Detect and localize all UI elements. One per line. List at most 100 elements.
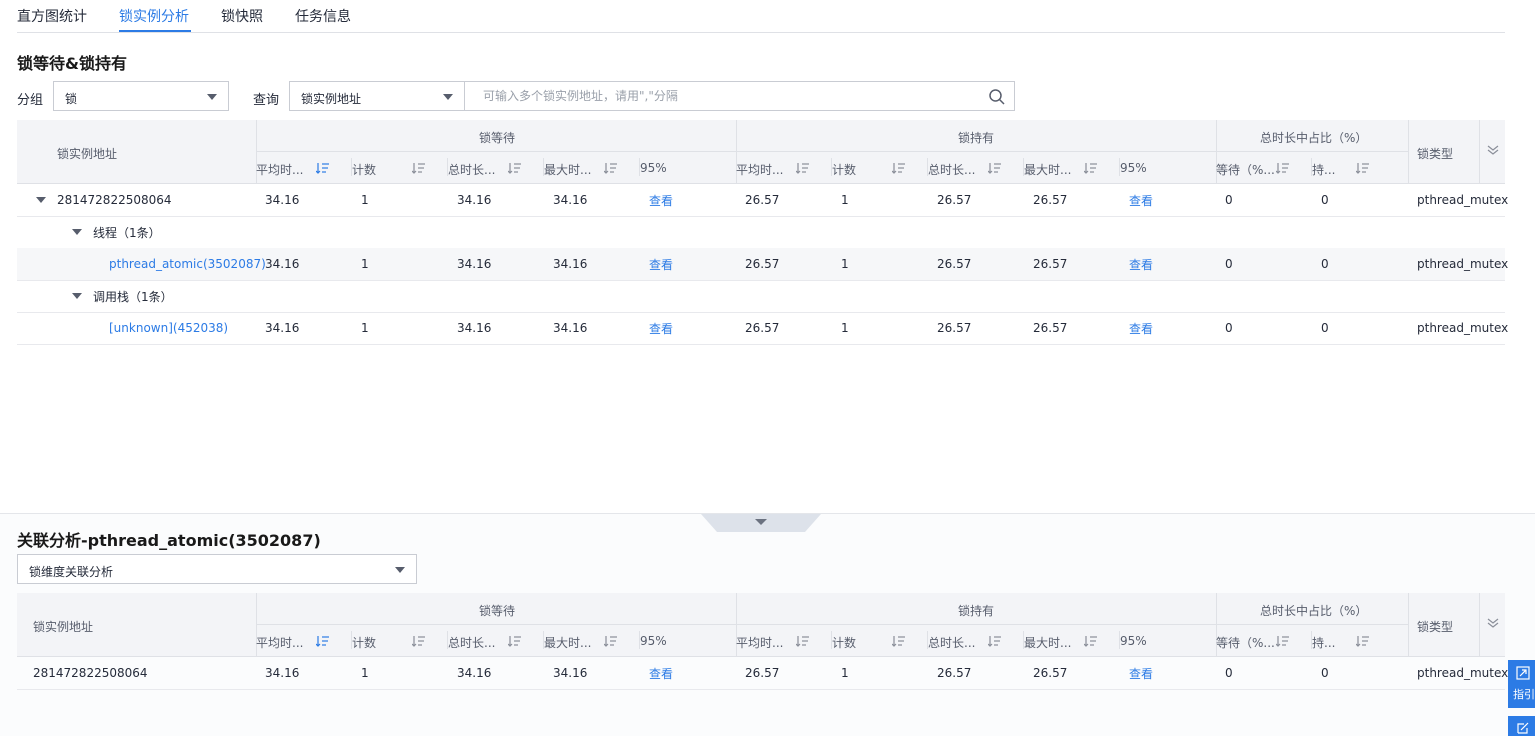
wait-view-link[interactable]: 查看 [649,256,673,273]
sort-icon[interactable] [1276,635,1290,647]
hold-value: 26.57 [1033,257,1068,271]
query-label: 查询 [253,93,280,108]
tab-lock-snapshot[interactable]: 锁快照 [221,6,263,26]
sort-icon[interactable] [316,162,330,174]
group-select[interactable]: 锁 [53,81,229,111]
tab-histogram[interactable]: 直方图统计 [17,6,87,26]
sort-icon[interactable] [988,162,1002,174]
row-name[interactable]: [unknown](452038) [109,321,228,335]
col-locktype: 锁类型 [1417,147,1454,161]
sort-icon[interactable] [316,635,330,647]
col-divider [447,631,448,649]
row-name[interactable]: pthread_atomic(3502087) [109,257,266,271]
tab-lock-instance[interactable]: 锁实例分析 [119,6,189,26]
col-avg[interactable]: 平均时... [736,161,783,178]
col-divider [927,631,928,649]
hold-value: 26.57 [745,321,780,335]
col-max[interactable]: 最大时... [1024,634,1071,651]
header-divider [1408,593,1409,656]
wait-view-link[interactable]: 查看 [649,320,673,337]
header-divider [256,151,1408,152]
sort-icon[interactable] [1356,635,1370,647]
col-p95[interactable]: 95% [640,634,667,648]
tab-bar: 直方图统计 锁实例分析 锁快照 任务信息 [17,0,1505,33]
wait-view-link[interactable]: 查看 [649,192,673,209]
col-ratio_hold[interactable]: 持... [1312,161,1335,178]
sort-icon[interactable] [988,635,1002,647]
group-row: 线程（1条） [17,216,1505,249]
sort-icon[interactable] [1356,162,1370,174]
sort-icon[interactable] [1084,635,1098,647]
col-total[interactable]: 总时长... [448,161,495,178]
col-max[interactable]: 最大时... [544,161,591,178]
expand-group-icon[interactable] [72,229,82,235]
search-icon[interactable] [988,88,1006,106]
sort-icon[interactable] [1084,162,1098,174]
feedback-button[interactable] [1508,716,1535,736]
sort-icon[interactable] [796,162,810,174]
col-max[interactable]: 最大时... [1024,161,1071,178]
col-count[interactable]: 计数 [352,161,376,178]
col-divider [1023,158,1024,176]
col-divider [351,631,352,649]
expand-columns-icon[interactable] [1487,617,1499,629]
hold-view-link[interactable]: 查看 [1129,320,1153,337]
section-title: 锁等待&锁持有 [17,54,127,73]
col-total[interactable]: 总时长... [928,161,975,178]
col-avg[interactable]: 平均时... [256,634,303,651]
col-count[interactable]: 计数 [832,634,856,651]
col-count[interactable]: 计数 [832,161,856,178]
sort-icon[interactable] [892,162,906,174]
ratio-wait-value: 0 [1225,321,1233,335]
col-ratio_wait[interactable]: 等待（%... [1216,161,1275,178]
hold-view-link[interactable]: 查看 [1129,665,1153,682]
col-avg[interactable]: 平均时... [256,161,303,178]
col-total[interactable]: 总时长... [448,634,495,651]
sort-icon[interactable] [1276,162,1290,174]
sort-icon[interactable] [508,162,522,174]
wait-value: 34.16 [553,257,588,271]
relation-select[interactable]: 锁维度关联分析 [17,554,417,584]
sort-icon[interactable] [412,635,426,647]
expand-group-icon[interactable] [72,293,82,299]
col-divider [831,631,832,649]
col-avg[interactable]: 平均时... [736,634,783,651]
chevron-down-icon [395,567,405,573]
col-total[interactable]: 总时长... [928,634,975,651]
query-type-select[interactable]: 锁实例地址 [289,81,465,111]
collapse-handle-icon[interactable] [701,514,821,532]
sort-icon[interactable] [604,162,618,174]
hold-view-link[interactable]: 查看 [1129,192,1153,209]
lock-type-value: pthread_mutex [1417,193,1509,207]
col-ratio_wait[interactable]: 等待（%... [1216,634,1275,651]
col-count[interactable]: 计数 [352,634,376,651]
hold-value: 26.57 [1033,321,1068,335]
col-divider [927,158,928,176]
col-max[interactable]: 最大时... [544,634,591,651]
col-p95[interactable]: 95% [1120,634,1147,648]
hold-view-link[interactable]: 查看 [1129,256,1153,273]
sort-icon[interactable] [892,635,906,647]
col-locktype: 锁类型 [1417,620,1454,634]
sort-icon[interactable] [796,635,810,647]
col-ratio_hold[interactable]: 持... [1312,634,1335,651]
wait-value: 34.16 [553,321,588,335]
guide-label: 指引 [1513,688,1535,701]
guide-button[interactable]: 指引 [1508,660,1535,708]
sort-icon[interactable] [604,635,618,647]
col-p95[interactable]: 95% [640,161,667,175]
col-p95[interactable]: 95% [1120,161,1147,175]
sort-icon[interactable] [412,162,426,174]
expand-row-icon[interactable] [36,197,46,203]
lock-type-value: pthread_mutex [1417,257,1509,271]
wait-value: 34.16 [553,193,588,207]
sort-icon[interactable] [508,635,522,647]
expand-columns-icon[interactable] [1487,144,1499,156]
ratio-wait-value: 0 [1225,257,1233,271]
wait-view-link[interactable]: 查看 [649,665,673,682]
search-input[interactable] [481,88,965,104]
hold-value: 1 [841,321,849,335]
lock-type-value: pthread_mutex [1417,321,1509,335]
tab-task-info[interactable]: 任务信息 [295,6,351,26]
table-row: 281472822508064 34.16 1 34.16 34.16 查看 26.57 1 2… [17,184,1509,217]
